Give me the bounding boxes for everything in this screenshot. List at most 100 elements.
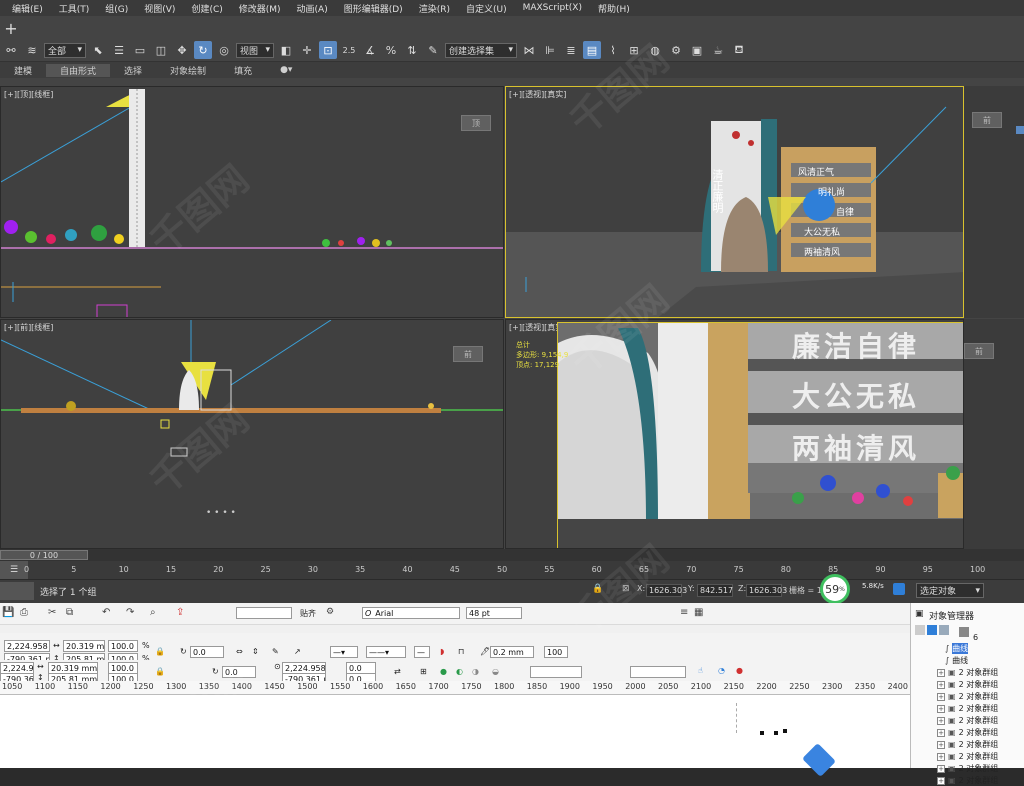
list-item[interactable]: ∫ 曲线 bbox=[945, 643, 969, 654]
list-item[interactable]: + ▣ 2 对象群组 bbox=[937, 679, 998, 690]
material-editor-icon[interactable]: ◍ bbox=[646, 41, 664, 59]
rotation-angle-field-2[interactable]: 0.0 bbox=[222, 666, 256, 678]
fill-dropdown[interactable] bbox=[530, 666, 582, 678]
mirror-icon[interactable]: ⋈ bbox=[520, 41, 538, 59]
list-item[interactable]: + ▣ 2 对象群组 bbox=[937, 703, 998, 714]
app-icon[interactable] bbox=[893, 583, 905, 595]
edit-named-sets-icon[interactable]: ✎ bbox=[424, 41, 442, 59]
lock-ratio-icon[interactable]: 🔒 bbox=[155, 647, 165, 656]
viewport-camera[interactable]: [+][透视][真实 + 边面] 廉洁自律 大公无私 两袖清风 总计 多边形: … bbox=[505, 319, 964, 549]
layer-view-icon[interactable] bbox=[939, 625, 949, 635]
outline-style-dropdown[interactable]: ——▾ bbox=[366, 646, 406, 658]
absolute-mode-icon[interactable]: ⊠ bbox=[622, 584, 630, 594]
mirror-v-icon[interactable]: ⇕ bbox=[252, 647, 259, 656]
list-item[interactable]: + ▣ 2 对象群组 bbox=[937, 715, 998, 726]
menu-edit[interactable]: 编辑(E) bbox=[4, 2, 51, 15]
schematic-view-icon[interactable]: ⊞ bbox=[625, 41, 643, 59]
rotate-icon[interactable]: ↻ bbox=[194, 41, 212, 59]
simplify-icon[interactable]: ◒ bbox=[492, 667, 499, 676]
time-slider-track[interactable]: 0 / 100 bbox=[0, 549, 1024, 561]
viewport-front[interactable]: [+][前][线框] 前 • • • • bbox=[0, 319, 504, 549]
curve-editor-icon[interactable]: ⌇ bbox=[604, 41, 622, 59]
layer-props-icon[interactable] bbox=[915, 625, 925, 635]
tab-populate[interactable]: 填充 bbox=[220, 64, 266, 77]
color-palette-icon[interactable]: ● bbox=[736, 666, 743, 675]
expand-icon[interactable]: + bbox=[937, 692, 945, 701]
table-icon[interactable]: ▦ bbox=[694, 607, 703, 618]
menu-animation[interactable]: 动画(A) bbox=[289, 2, 336, 15]
menu-help[interactable]: 帮助(H) bbox=[590, 2, 638, 15]
expand-icon[interactable]: + bbox=[937, 716, 945, 725]
layer-manager-icon[interactable] bbox=[927, 625, 937, 635]
redo-icon[interactable]: ↷ bbox=[126, 607, 134, 618]
font-family-dropdown[interactable]: O Arial bbox=[362, 607, 460, 619]
undo-icon[interactable]: ↶ bbox=[102, 607, 110, 618]
window-crossing-icon[interactable]: ◫ bbox=[152, 41, 170, 59]
selection-mode-dropdown[interactable]: 选定对象 ▾ bbox=[916, 583, 984, 598]
keyboard-shortcut-icon[interactable]: ⊡ bbox=[319, 41, 337, 59]
arrow-end-dropdown[interactable]: — bbox=[414, 646, 430, 658]
menu-maxscript[interactable]: MAXScript(X) bbox=[515, 3, 590, 13]
link-icon[interactable]: ⚯ bbox=[2, 41, 20, 59]
expand-icon[interactable]: + bbox=[937, 740, 945, 749]
node-handle[interactable] bbox=[774, 731, 778, 735]
list-item[interactable]: + ▣ 2 对象群组 bbox=[937, 739, 998, 750]
outline-width-field[interactable]: 0.2 mm bbox=[490, 646, 534, 658]
render-setup-icon[interactable]: ⚙ bbox=[667, 41, 685, 59]
intersect-icon[interactable]: ◑ bbox=[472, 667, 479, 676]
edit-nodes-icon[interactable]: ✎ bbox=[272, 647, 279, 656]
export-icon[interactable]: ⇪ bbox=[176, 607, 184, 618]
viewport-top[interactable]: [+][顶][线框] 顶 bbox=[0, 86, 504, 318]
select-by-name-icon[interactable]: ☰ bbox=[110, 41, 128, 59]
bind-spacewarp-icon[interactable]: ≋ bbox=[23, 41, 41, 59]
plus-icon[interactable]: + bbox=[2, 19, 20, 38]
tab-selection[interactable]: 选择 bbox=[110, 64, 156, 77]
text-block[interactable] bbox=[736, 703, 776, 733]
list-item[interactable]: ∫ 曲线 bbox=[945, 655, 968, 666]
lock-icon[interactable]: 🔒 bbox=[592, 584, 603, 594]
scene-explorer-icon[interactable]: ▤ bbox=[583, 41, 601, 59]
zoom-level-dropdown[interactable] bbox=[236, 607, 292, 619]
time-slider-thumb[interactable]: 0 / 100 bbox=[0, 550, 88, 560]
menu-rendering[interactable]: 渲染(R) bbox=[411, 2, 458, 15]
expand-icon[interactable]: + bbox=[937, 764, 945, 773]
list-item[interactable]: + ▣ 2 对象群组 bbox=[937, 727, 998, 738]
list-item[interactable]: + ▣ 2 对象群组 bbox=[937, 667, 998, 678]
layer-manager-icon[interactable]: ≣ bbox=[562, 41, 580, 59]
performance-badge[interactable]: 59% bbox=[820, 574, 850, 604]
timeline-ruler[interactable]: 0 5 10 15 20 25 30 35 40 45 50 55 60 65 70 75 80 85 90 95 10… bbox=[24, 561, 1024, 579]
menu-views[interactable]: 视图(V) bbox=[136, 2, 183, 15]
maxscript-listener[interactable] bbox=[0, 582, 34, 600]
y-coordinate-field[interactable]: 842.517 bbox=[697, 584, 733, 597]
percent-snap-icon[interactable]: % bbox=[382, 41, 400, 59]
scale-x-field[interactable]: 100.0 bbox=[108, 640, 138, 652]
drawing-canvas[interactable] bbox=[0, 695, 910, 777]
print-icon[interactable]: ⎙ bbox=[20, 607, 28, 618]
viewcube[interactable]: 前 bbox=[972, 112, 1002, 128]
ref-coord-dropdown[interactable]: 视图 ▾ bbox=[236, 42, 274, 58]
render-teapot-icon[interactable]: ⛾ bbox=[730, 41, 748, 59]
color-eyedropper-icon[interactable]: ◔ bbox=[718, 666, 725, 675]
settings-icon[interactable]: ⚙ bbox=[326, 607, 334, 617]
snap-to-label[interactable]: 贴齐 bbox=[300, 608, 316, 619]
rect-selection-icon[interactable]: ▭ bbox=[131, 41, 149, 59]
select-object-icon[interactable]: ⬉ bbox=[89, 41, 107, 59]
width-field[interactable]: 20.319 mm bbox=[63, 640, 105, 652]
selection-filter-dropdown[interactable]: 全部 ▾ bbox=[44, 42, 86, 58]
snap-toggle-icon[interactable]: 2.5 bbox=[340, 41, 358, 59]
angle-snap-icon[interactable]: ∡ bbox=[361, 41, 379, 59]
tab-object-paint[interactable]: 对象绘制 bbox=[156, 64, 220, 77]
transform-icon[interactable]: ⇄ bbox=[394, 667, 401, 676]
menu-group[interactable]: 组(G) bbox=[97, 2, 136, 15]
list-item[interactable]: + ▣ 2 对象群组 bbox=[937, 775, 998, 786]
select-manipulate-icon[interactable]: ✛ bbox=[298, 41, 316, 59]
align-icon[interactable]: ⊫ bbox=[541, 41, 559, 59]
expand-icon[interactable]: + bbox=[937, 704, 945, 713]
weld-icon[interactable]: ● bbox=[440, 667, 447, 676]
menu-create[interactable]: 创建(C) bbox=[183, 2, 230, 15]
expand-icon[interactable]: + bbox=[937, 728, 945, 737]
line-style-dropdown[interactable]: —▾ bbox=[330, 646, 358, 658]
grid-icon[interactable]: ⊞ bbox=[420, 667, 427, 676]
align-icon[interactable]: ≡ bbox=[680, 607, 688, 618]
list-item[interactable]: + ▣ 2 对象群组 bbox=[937, 691, 998, 702]
